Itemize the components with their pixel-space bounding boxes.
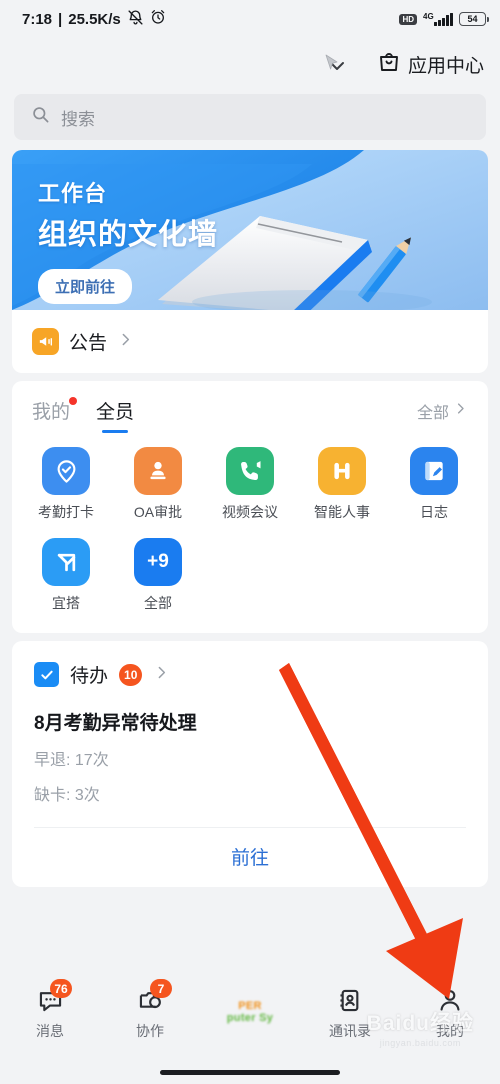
status-bar-right: HD 4G 54 [399,11,489,26]
app-center-button[interactable]: 应用中心 [377,49,484,79]
home-indicator [160,1070,340,1075]
shopping-bag-icon [377,49,401,79]
app-smart-hr-label: 智能人事 [314,504,370,520]
app-video-meeting-label: 视频会议 [222,504,278,520]
todo-detail-early-leave: 早退: 17次 [34,752,109,769]
status-bar: 7:18 | 25.5K/s HD 4G 54 [0,0,500,38]
company-logo-line1: PER [238,1000,262,1012]
tab-mine[interactable]: 我的 [32,397,78,433]
nav-item-contacts-label: 通讯录 [329,1023,371,1039]
alarm-clock-icon [150,9,166,29]
chevron-right-icon [153,664,170,686]
nav-item-company-logo[interactable]: PER puter Sy [200,984,300,1040]
chat-bubble-icon: 76 [33,979,72,1016]
app-attendance[interactable]: 考勤打卡 [20,447,112,522]
app-smart-hr[interactable]: 智能人事 [296,447,388,522]
notebook-pen-icon [410,447,458,495]
chevron-down-icon[interactable] [325,51,351,77]
hr-h-icon [318,447,366,495]
chevron-right-icon [453,401,468,421]
banner-eyebrow: 工作台 [38,181,108,206]
status-bar-left: 7:18 | 25.5K/s [22,9,166,30]
app-attendance-label: 考勤打卡 [38,504,94,520]
nav-item-messages-label: 消息 [36,1023,64,1039]
stamp-icon [134,447,182,495]
watermark-line2: jingyan.baidu.com [379,1038,461,1048]
apps-view-all-link[interactable]: 全部 [417,399,468,432]
tab-mine-red-dot [69,397,78,405]
location-check-icon [42,447,90,495]
app-all-label: 全部 [144,595,172,611]
contacts-book-icon [333,984,367,1016]
app-oa-approval[interactable]: OA审批 [112,447,204,522]
todo-detail-missing-punch: 缺卡: 3次 [34,787,100,804]
banner-card: 工作台 组织的文化墙 立即前往 公告 [12,150,488,373]
apps-card: 我的 全员 全部 考勤打卡 OA审批 视频会议 智能人事 日志 宜搭 +9 全部 [12,381,488,633]
app-journal-label: 日志 [420,504,448,520]
status-separator: | [58,10,63,28]
watermark-line1: Baidu经验 [366,1012,474,1035]
todo-go-label: 前往 [230,848,269,869]
search-icon [31,105,50,129]
nav-item-messages[interactable]: 76 消息 [0,979,100,1041]
battery-level: 54 [467,14,478,24]
banner-text-block: 工作台 组织的文化墙 立即前往 [38,176,218,304]
watermark: Baidu经验 jingyan.baidu.com [367,1007,474,1048]
tab-all-staff[interactable]: 全员 [96,397,134,433]
todo-item[interactable]: 8月考勤异常待处理 早退: 17次 缺卡: 3次 [12,688,488,805]
announcement-label: 公告 [69,333,108,354]
todo-count-badge: 10 [119,663,143,686]
apps-view-all-label: 全部 [416,404,449,422]
chevron-right-icon [117,331,134,353]
network-type-label: 4G [423,11,434,21]
app-journal[interactable]: 日志 [388,447,480,522]
battery-icon: 54 [459,12,489,26]
app-yida[interactable]: 宜搭 [20,538,112,613]
todo-header[interactable]: 待办 10 [12,641,488,688]
bell-muted-icon [127,9,144,30]
signal-icon: 4G [423,11,453,26]
checkbox-checked-icon [34,662,59,687]
app-all[interactable]: +9 全部 [112,538,204,613]
nav-item-collaboration[interactable]: 7 协作 [100,979,200,1041]
app-center-label: 应用中心 [407,55,484,77]
banner-cta-button[interactable]: 立即前往 [38,269,133,304]
app-yida-label: 宜搭 [52,595,80,611]
tab-all-staff-label: 全员 [96,402,135,423]
video-call-icon [226,447,274,495]
status-time: 7:18 [22,10,53,28]
tab-mine-label: 我的 [32,402,71,423]
app-video-meeting[interactable]: 视频会议 [204,447,296,522]
todo-item-title: 8月考勤异常待处理 [34,713,197,734]
banner-title: 组织的文化墙 [38,219,219,251]
search-section: 搜索 [0,90,500,150]
nav-item-collaboration-label: 协作 [136,1023,164,1039]
culture-wall-banner[interactable]: 工作台 组织的文化墙 立即前往 [12,150,488,310]
collaboration-camera-icon: 7 [133,979,172,1016]
search-placeholder: 搜索 [61,109,95,129]
plus-nine-icon: +9 [134,538,182,586]
megaphone-icon [32,328,59,355]
top-header: 应用中心 [0,38,500,90]
yida-y-icon [42,538,90,586]
apps-grid: 考勤打卡 OA审批 视频会议 智能人事 日志 宜搭 +9 全部 [12,433,488,633]
apps-tabs: 我的 全员 全部 [12,381,488,433]
todo-go-row[interactable]: 前往 [12,828,488,887]
collaboration-badge: 7 [150,979,172,998]
search-input[interactable]: 搜索 [14,94,486,140]
hd-icon: HD [399,13,417,25]
messages-badge: 76 [50,979,72,998]
company-logo-icon: PER puter Sy [227,984,273,1040]
todo-label: 待办 [70,666,109,687]
todo-card: 待办 10 8月考勤异常待处理 早退: 17次 缺卡: 3次 前往 [12,641,488,887]
network-speed: 25.5K/s [68,10,121,28]
company-logo-line2: puter Sy [226,1012,274,1024]
plus-nine-badge-text: +9 [147,551,169,572]
announcement-row[interactable]: 公告 [12,310,488,373]
cursor-arrow-icon [325,54,338,70]
app-oa-approval-label: OA审批 [133,504,183,520]
